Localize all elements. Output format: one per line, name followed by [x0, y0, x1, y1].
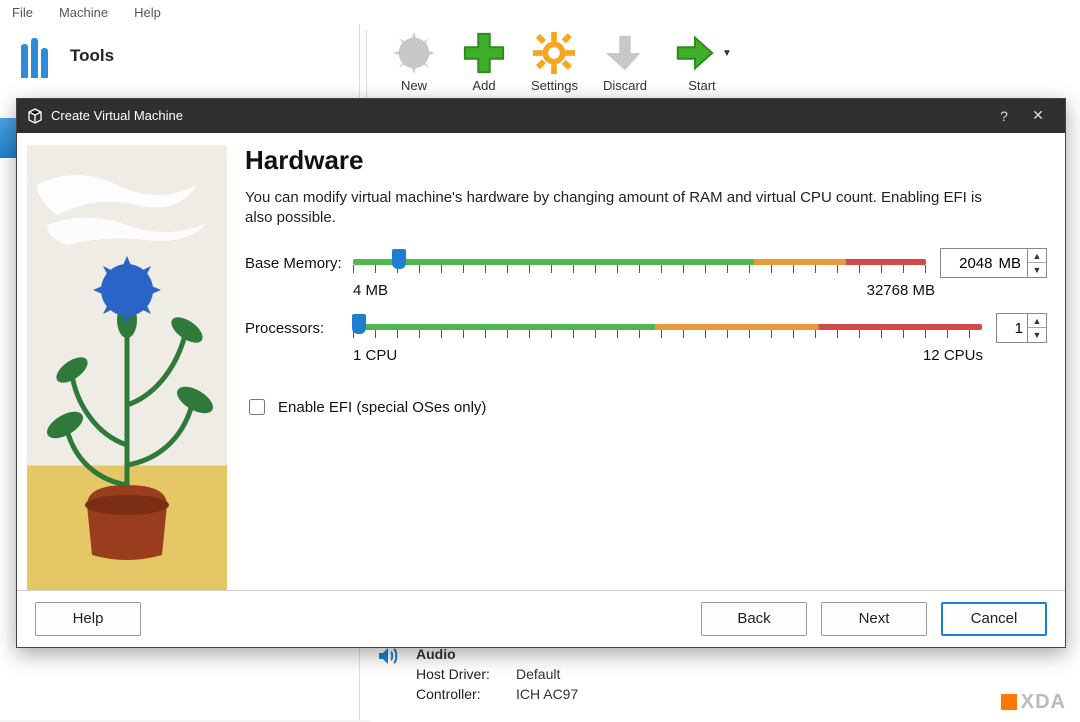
- close-button[interactable]: ✕: [1021, 107, 1055, 124]
- efi-checkbox[interactable]: [249, 399, 265, 415]
- help-footer-button[interactable]: Help: [35, 602, 141, 636]
- memory-slider-thumb[interactable]: [392, 249, 406, 269]
- tools-row[interactable]: Tools: [0, 24, 359, 88]
- starburst-icon: [391, 30, 437, 76]
- memory-slider[interactable]: [353, 251, 926, 275]
- dialog-titlebar: Create Virtual Machine ? ✕: [17, 99, 1065, 133]
- memory-step-up[interactable]: ▲: [1028, 249, 1046, 263]
- back-button[interactable]: Back: [701, 602, 807, 636]
- memory-input[interactable]: [941, 253, 997, 274]
- memory-spinbox[interactable]: MB ▲▼: [940, 248, 1048, 278]
- processors-step-up[interactable]: ▲: [1028, 314, 1046, 328]
- menu-file[interactable]: File: [6, 3, 39, 22]
- menu-bar: File Machine Help: [0, 0, 1080, 24]
- processors-input[interactable]: [997, 318, 1027, 339]
- chevron-down-icon[interactable]: ▼: [722, 48, 732, 59]
- processors-label: Processors:: [245, 320, 353, 337]
- processors-spinbox[interactable]: ▲▼: [996, 313, 1047, 343]
- menu-machine[interactable]: Machine: [53, 3, 114, 22]
- processors-slider-thumb[interactable]: [352, 314, 366, 334]
- dialog-content: Hardware You can modify virtual machine'…: [245, 133, 1065, 590]
- vm-details-audio: Audio Host Driver:Default Controller:ICH…: [370, 640, 1080, 722]
- dialog-title: Create Virtual Machine: [51, 108, 183, 123]
- memory-unit: MB: [997, 255, 1028, 272]
- tools-label: Tools: [70, 46, 114, 66]
- efi-label: Enable EFI (special OSes only): [278, 399, 486, 416]
- memory-step-down[interactable]: ▼: [1028, 263, 1046, 277]
- menu-help[interactable]: Help: [128, 3, 167, 22]
- help-button[interactable]: ?: [987, 108, 1021, 124]
- memory-max: 32768 MB: [867, 282, 935, 299]
- memory-label: Base Memory:: [245, 255, 353, 272]
- toolbar-start[interactable]: ▼ Start: [672, 30, 732, 93]
- processors-max: 12 CPUs: [923, 347, 983, 364]
- memory-min: 4 MB: [353, 282, 388, 299]
- down-arrow-icon: [602, 30, 648, 76]
- toolbar-discard[interactable]: Discard: [602, 30, 648, 93]
- create-vm-dialog: Create Virtual Machine ? ✕: [16, 98, 1066, 648]
- wizard-illustration: [27, 145, 227, 590]
- page-heading: Hardware: [245, 145, 1047, 176]
- processors-min: 1 CPU: [353, 347, 397, 364]
- page-description: You can modify virtual machine's hardwar…: [245, 188, 1005, 229]
- cancel-button[interactable]: Cancel: [941, 602, 1047, 636]
- efi-checkbox-row[interactable]: Enable EFI (special OSes only): [245, 396, 1047, 418]
- toolbar-settings[interactable]: Settings: [531, 30, 578, 93]
- toolbar-add[interactable]: Add: [461, 30, 507, 93]
- processors-slider[interactable]: [353, 316, 982, 340]
- processors-step-down[interactable]: ▼: [1028, 328, 1046, 342]
- plus-icon: [461, 30, 507, 76]
- cube-icon: [27, 108, 43, 124]
- right-arrow-icon: [672, 30, 718, 76]
- tools-icon: [12, 34, 56, 78]
- dialog-footer: Help Back Next Cancel: [17, 590, 1065, 647]
- gear-icon: [531, 30, 577, 76]
- toolbar-new[interactable]: New: [391, 30, 437, 93]
- watermark: XDA: [1001, 691, 1066, 714]
- next-button[interactable]: Next: [821, 602, 927, 636]
